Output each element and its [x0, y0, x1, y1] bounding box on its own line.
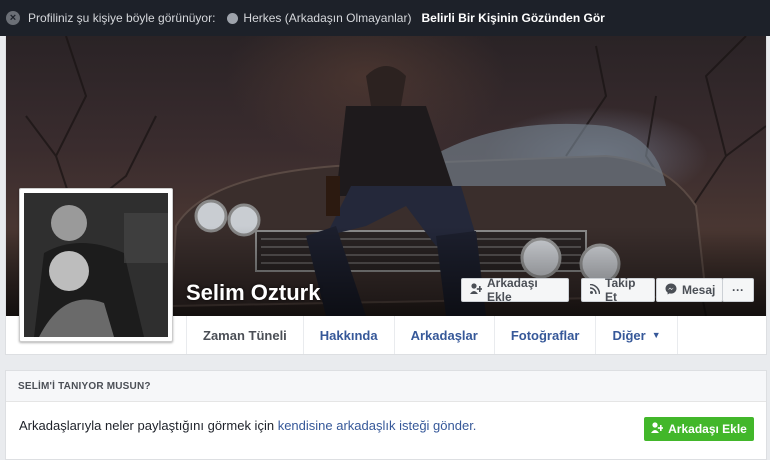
tab-timeline-label: Zaman Tüneli — [203, 327, 287, 343]
profile-tabs: Zaman Tüneli Hakkında Arkadaşlar Fotoğra… — [186, 316, 678, 354]
add-friend-icon — [651, 422, 664, 436]
close-icon[interactable]: × — [6, 11, 20, 25]
add-friend-label: Arkadaşı Ekle — [487, 276, 538, 304]
audience-label[interactable]: Herkes (Arkadaşın Olmayanlar) — [243, 11, 411, 25]
tab-about-label: Hakkında — [319, 327, 378, 343]
add-friend-button[interactable]: Arkadaşı Ekle — [461, 276, 569, 304]
profile-photo-art — [24, 193, 168, 337]
more-options-button[interactable]: ··· — [722, 278, 754, 302]
profile-picture[interactable] — [19, 188, 173, 342]
tab-photos[interactable]: Fotoğraflar — [493, 316, 596, 354]
tab-more-label: Diğer — [612, 327, 646, 343]
more-options-label: ··· — [732, 283, 744, 297]
view-as-specific-person-link[interactable]: Belirli Bir Kişinin Gözünden Gör — [421, 11, 604, 25]
follow-label: Takip Et — [605, 276, 636, 304]
do-you-know-title: SELİM'İ TANIYOR MUSUN? — [6, 371, 766, 402]
messenger-icon — [665, 283, 677, 298]
rss-icon — [589, 283, 601, 297]
tab-about[interactable]: Hakkında — [302, 316, 394, 354]
add-friend-green-button[interactable]: Arkadaşı Ekle — [644, 417, 754, 441]
tab-more[interactable]: Diğer ▼ — [595, 316, 678, 354]
message-label: Mesaj — [682, 283, 716, 297]
follow-button[interactable]: Takip Et — [581, 276, 655, 304]
do-you-know-text: Arkadaşlarıyla neler paylaştığını görmek… — [19, 418, 476, 433]
tab-friends-label: Arkadaşlar — [410, 327, 478, 343]
profile-name[interactable]: Selim Ozturk — [186, 280, 320, 306]
add-friend-icon — [470, 283, 483, 297]
view-as-bar: × Profiliniz şu kişiye böyle görünüyor: … — [0, 0, 770, 36]
message-button[interactable]: Mesaj — [656, 278, 723, 302]
tab-timeline[interactable]: Zaman Tüneli — [186, 316, 303, 354]
profile-header: Selim Ozturk Arkadaşı Ekle Takip Et Mesa… — [5, 36, 767, 355]
profile-photo — [24, 193, 168, 337]
tab-friends[interactable]: Arkadaşlar — [393, 316, 494, 354]
send-friend-request-link[interactable]: kendisine arkadaşlık isteği gönder. — [278, 418, 477, 433]
view-as-prefix: Profiliniz şu kişiye böyle görünüyor: — [28, 11, 216, 25]
tab-photos-label: Fotoğraflar — [510, 327, 580, 343]
globe-icon — [227, 12, 239, 24]
do-you-know-box: SELİM'İ TANIYOR MUSUN? Arkadaşlarıyla ne… — [5, 370, 767, 460]
caret-down-icon: ▼ — [651, 330, 661, 340]
do-you-know-text-prefix: Arkadaşlarıyla neler paylaştığını görmek… — [19, 418, 278, 433]
add-friend-green-label: Arkadaşı Ekle — [668, 422, 747, 436]
